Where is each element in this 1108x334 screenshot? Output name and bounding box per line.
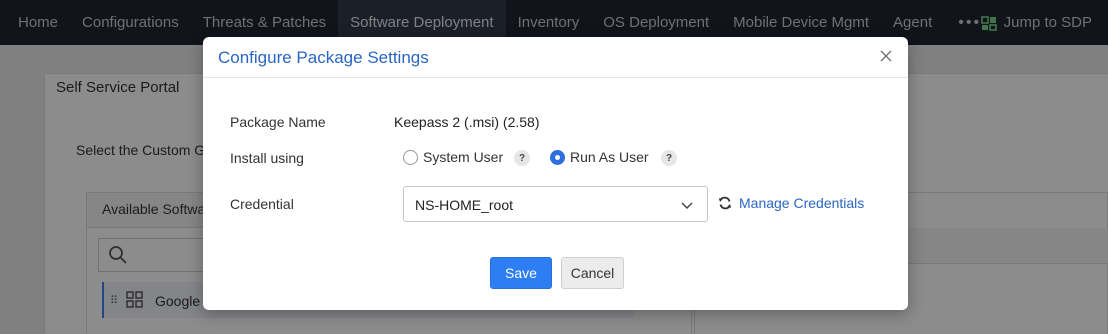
system-user-radio-circle[interactable]	[403, 149, 418, 165]
chevron-down-icon	[681, 198, 693, 210]
manage-credentials-label[interactable]: Manage Credentials	[739, 195, 864, 211]
credential-select[interactable]: NS-HOME_root	[403, 186, 708, 222]
close-icon[interactable]	[878, 48, 894, 64]
system-user-radio[interactable]: System User	[403, 149, 503, 165]
package-name-label: Package Name	[230, 114, 326, 130]
system-user-help-icon[interactable]: ?	[514, 150, 530, 166]
cancel-button[interactable]: Cancel	[561, 257, 624, 289]
credential-label: Credential	[230, 196, 294, 212]
credential-select-value: NS-HOME_root	[415, 197, 514, 213]
manage-credentials-link[interactable]: Manage Credentials	[718, 195, 864, 211]
save-button[interactable]: Save	[490, 257, 552, 289]
refresh-icon[interactable]	[718, 196, 732, 210]
dialog-title: Configure Package Settings	[218, 48, 429, 67]
run-as-user-help-icon[interactable]: ?	[661, 150, 677, 166]
install-using-label: Install using	[230, 150, 304, 166]
configure-package-dialog: Configure Package Settings Package Name …	[203, 37, 908, 310]
package-name-value: Keepass 2 (.msi) (2.58)	[394, 114, 540, 130]
system-user-label: System User	[423, 149, 504, 165]
run-as-user-radio[interactable]: Run As User	[550, 149, 649, 165]
run-as-user-radio-circle[interactable]	[550, 149, 565, 165]
run-as-user-label: Run As User	[570, 149, 649, 165]
dialog-header: Configure Package Settings	[203, 37, 908, 78]
